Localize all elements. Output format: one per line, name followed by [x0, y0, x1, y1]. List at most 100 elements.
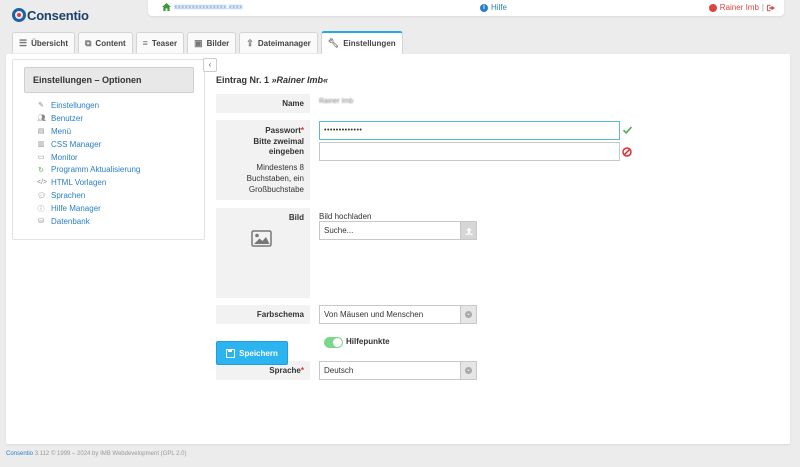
sidebar-collapse-button[interactable]: ‹: [203, 58, 217, 72]
password-hint: Mindestens 8 Buchstaben, ein Großbuchsta…: [246, 162, 304, 194]
check-icon: [623, 126, 632, 134]
language-value: Deutsch: [324, 366, 354, 375]
tab-bilder[interactable]: ▣ Bilder: [187, 32, 237, 53]
sidebar-item-einstellungen[interactable]: ✎ Einstellungen: [37, 99, 140, 112]
tab-label: Einstellungen: [343, 39, 396, 48]
info-icon: ⓘ: [37, 205, 45, 213]
password-sublabel: Bitte zweimal eingeben: [253, 136, 304, 157]
sidebar-item-hilfe-manager[interactable]: ⓘ Hilfe Manager: [37, 202, 140, 215]
menu-icon: ▤: [37, 128, 45, 136]
sidebar-item-label: Programm Aktualisierung: [51, 165, 141, 175]
sidebar-item-label: Einstellungen: [51, 100, 100, 110]
sidebar: Einstellungen – Optionen ✎ Einstellungen …: [12, 59, 205, 240]
tab-dateimanager[interactable]: ⇪ Dateimanager: [239, 32, 318, 53]
top-bar: Consentio xxxxxxxxxxxxxxx.xxxx i Hilfe R…: [0, 0, 800, 30]
language-label-text: Sprache: [269, 366, 301, 375]
user-icon: [708, 3, 717, 12]
sidebar-title[interactable]: Einstellungen – Optionen: [24, 67, 194, 93]
wrench-icon: ✎: [38, 102, 44, 110]
scheme-select[interactable]: Von Mäusen und Menschen ⌄: [319, 305, 477, 324]
sidebar-item-label: Datenbank: [51, 216, 90, 226]
tab-teaser[interactable]: ≡ Teaser: [135, 32, 185, 53]
image-upload-label: Bild hochladen: [319, 212, 372, 221]
sidebar-item-sprachen[interactable]: 💬︎ Sprachen: [37, 189, 140, 202]
code-icon: </>: [37, 179, 48, 187]
tab-label: Teaser: [151, 38, 178, 48]
database-icon: ⛁: [38, 218, 44, 226]
image-placeholder-icon: [251, 230, 272, 247]
sidebar-item-label: Monitor: [51, 152, 78, 162]
required-marker: *: [300, 126, 304, 135]
chevron-down-icon: ⌄: [465, 367, 472, 374]
scheme-label: Farbschema: [216, 305, 310, 324]
sidebar-item-datenbank[interactable]: ⛁ Datenbank: [37, 215, 140, 228]
sidebar-item-programm-aktualisierung[interactable]: ↻ Programm Aktualisierung: [37, 163, 140, 176]
site-link-label: xxxxxxxxxxxxxxx.xxxx: [174, 3, 243, 11]
help-link[interactable]: i Hilfe: [480, 3, 507, 12]
language-dropdown-button[interactable]: ⌄: [460, 362, 476, 379]
sidebar-item-css-manager[interactable]: ▥ CSS Manager: [37, 138, 140, 151]
home-icon: [162, 3, 171, 11]
logo-text: Consentio: [27, 7, 89, 23]
help-points-label: Hilfepunkte: [346, 337, 390, 346]
scheme-label-text: Farbschema: [256, 310, 304, 319]
sidebar-item-monitor[interactable]: ▭ Monitor: [37, 151, 140, 164]
image-search-text: Suche...: [324, 226, 354, 235]
help-link-label: Hilfe: [491, 3, 508, 12]
main-tabs: ☰ Übersicht ⧉ Content ≡ Teaser ▣ Bilder …: [12, 31, 403, 54]
info-icon: i: [480, 3, 488, 12]
save-button[interactable]: Speichern: [216, 341, 288, 365]
entry-name: »Rainer Imb«: [271, 75, 329, 85]
refresh-icon: ↻: [38, 166, 44, 174]
sidebar-item-label: Sprachen: [51, 191, 86, 201]
name-value: Rainer Imb: [319, 98, 354, 105]
sidebar-item-label: Benutzer: [51, 113, 84, 123]
image-label-text: Bild: [288, 213, 304, 222]
sidebar-item-label: HTML Vorlagen: [51, 178, 107, 188]
scheme-dropdown-button[interactable]: ⌄: [460, 306, 476, 323]
footer-brand-link[interactable]: Consentio: [6, 451, 33, 457]
password-repeat-input[interactable]: [319, 142, 620, 161]
password-label: Passwort* Bitte zweimal eingeben Mindest…: [216, 120, 310, 200]
language-select[interactable]: Deutsch ⌄: [319, 361, 477, 380]
image-upload-button[interactable]: [460, 222, 476, 239]
tab-label: Content: [95, 38, 126, 48]
password-input[interactable]: •••••••••••••: [319, 121, 620, 140]
name-label: Name: [216, 94, 310, 113]
comments-icon: 💬︎: [37, 192, 46, 200]
separator: |: [761, 3, 764, 12]
error-icon: [622, 147, 632, 157]
logo-mark: [12, 8, 26, 22]
sidebar-list: ✎ Einstellungen 👥︎ Benutzer ▤ Menü ▥ CSS Man…: [37, 99, 140, 228]
toggle-knob: [333, 338, 342, 347]
floppy-icon: [226, 348, 236, 358]
tab-content[interactable]: ⧉ Content: [77, 32, 133, 53]
logo[interactable]: Consentio: [12, 6, 89, 24]
wrench-icon: 🔧︎: [327, 38, 340, 48]
chevron-left-icon: ‹: [208, 60, 212, 69]
help-points-toggle[interactable]: [324, 337, 343, 348]
site-link[interactable]: xxxxxxxxxxxxxxx.xxxx: [162, 3, 242, 11]
css-icon: ▥: [37, 141, 45, 149]
sidebar-item-benutzer[interactable]: 👥︎ Benutzer: [37, 112, 140, 125]
users-icon: 👥︎: [37, 115, 46, 123]
save-button-label: Speichern: [239, 348, 278, 358]
password-label-text: Passwort: [265, 126, 301, 135]
monitor-icon: ▭: [37, 154, 45, 161]
entry-title: Eintrag Nr. 1 »Rainer Imb«: [216, 75, 328, 85]
footer-text: 3.112 © 1999 – 2024 by IMB Webdevelopmen…: [34, 451, 187, 457]
entry-number: Eintrag Nr. 1: [216, 75, 270, 85]
tab-label: Übersicht: [31, 38, 68, 48]
tab-uebersicht[interactable]: ☰ Übersicht: [12, 32, 75, 53]
sidebar-item-html-vorlagen[interactable]: </> HTML Vorlagen: [37, 176, 140, 189]
image-search-input[interactable]: Suche...: [319, 221, 477, 240]
image-icon: ▣: [194, 37, 203, 48]
copy-icon: ⧉: [84, 37, 92, 48]
tab-einstellungen[interactable]: 🔧︎ Einstellungen: [320, 31, 403, 54]
user-menu[interactable]: Rainer Imb |: [708, 3, 776, 12]
sidebar-item-menue[interactable]: ▤ Menü: [37, 125, 140, 138]
user-name: Rainer Imb: [719, 3, 759, 12]
scheme-value: Von Mäusen und Menschen: [324, 310, 424, 319]
logout-icon[interactable]: [767, 4, 776, 12]
required-marker: *: [300, 366, 304, 375]
